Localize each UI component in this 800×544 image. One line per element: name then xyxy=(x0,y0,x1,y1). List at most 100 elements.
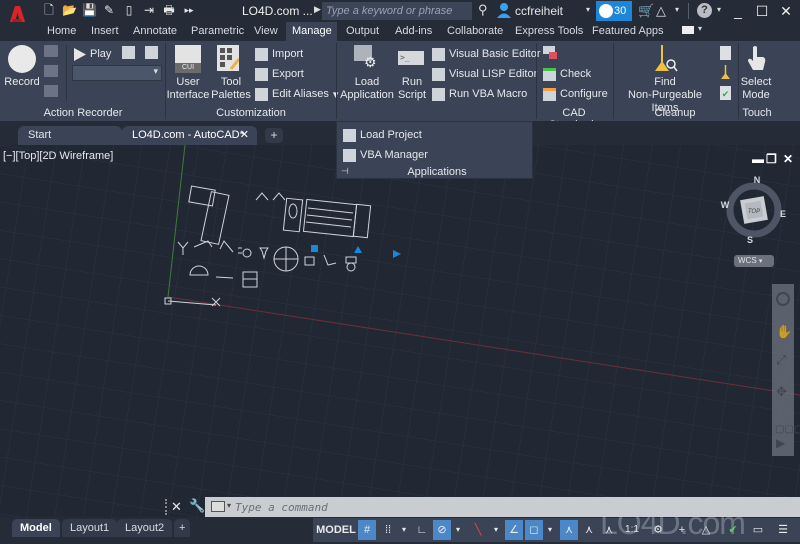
viewport-controls-label[interactable]: [−][Top][2D Wireframe] xyxy=(3,150,113,162)
zoom-extents-icon[interactable]: ⤢ xyxy=(776,352,786,368)
action-macro-dropdown[interactable] xyxy=(72,65,162,81)
object-snap-icon[interactable]: ◻ xyxy=(525,520,543,540)
manage-action-macros-icon[interactable] xyxy=(145,46,158,59)
ribbon-minimize-icon[interactable] xyxy=(682,26,694,34)
save-icon[interactable]: 💾 xyxy=(82,3,97,17)
user-icon[interactable] xyxy=(497,2,511,18)
object-snap-tracking-icon[interactable]: ∠ xyxy=(505,520,523,540)
tab-annotate[interactable]: Annotate xyxy=(127,22,183,41)
tab-output[interactable]: Output xyxy=(340,22,385,41)
close-tab-icon[interactable]: ✕ xyxy=(240,126,249,145)
load-application-button[interactable]: Load Application xyxy=(340,76,394,102)
layer-translator-icon[interactable] xyxy=(543,46,557,59)
new-layout-button[interactable]: + xyxy=(174,519,191,537)
model-space-button[interactable]: MODEL xyxy=(315,520,357,540)
polar-caret-icon[interactable]: ▾ xyxy=(453,520,463,540)
tab-view[interactable]: View xyxy=(248,22,284,41)
tab-featured-apps[interactable]: Featured Apps xyxy=(586,22,670,41)
cui-icon[interactable]: CUI xyxy=(175,45,201,73)
viewport-close-icon[interactable]: ✕ xyxy=(783,152,793,166)
grid-display-icon[interactable]: # xyxy=(358,520,376,540)
visual-lisp-editor-button[interactable]: Visual LISP Editor xyxy=(432,66,537,82)
auto-scale-icon[interactable]: ⋏ xyxy=(580,520,598,540)
insert-message-icon[interactable] xyxy=(44,45,58,57)
help-caret-icon[interactable]: ▾ xyxy=(717,5,721,14)
play-button[interactable]: Play xyxy=(74,46,111,62)
tab-express-tools[interactable]: Express Tools xyxy=(509,22,589,41)
plot-icon[interactable]: 🖶 xyxy=(162,3,176,17)
import-button[interactable]: Import xyxy=(255,46,303,62)
user-menu-caret-icon[interactable]: ▾ xyxy=(586,5,590,14)
tab-home[interactable]: Home xyxy=(41,22,82,41)
wcs-dropdown[interactable]: WCS ▾ xyxy=(734,255,774,267)
preference-icon[interactable] xyxy=(122,46,135,59)
command-history-icon[interactable] xyxy=(211,501,225,512)
find-non-purgeable-icon[interactable] xyxy=(652,45,678,73)
minimize-button[interactable]: _ xyxy=(728,2,748,20)
panel-title-customization[interactable]: Customization xyxy=(205,107,297,119)
drawing-canvas[interactable]: TOP N S E W WCS ▾ xyxy=(0,145,800,517)
snap-mode-icon[interactable]: ⁞⁞ xyxy=(379,520,397,540)
isometric-caret-icon[interactable]: ▾ xyxy=(491,520,501,540)
overkill-icon[interactable] xyxy=(720,65,731,79)
select-mode-button[interactable]: Select Mode xyxy=(738,76,774,102)
trial-days-badge[interactable]: 30 xyxy=(596,1,632,21)
purge-icon[interactable] xyxy=(720,46,731,60)
user-interface-button[interactable]: User Interface xyxy=(165,76,211,102)
snap-caret-icon[interactable]: ▾ xyxy=(399,520,409,540)
layout-tab-layout1[interactable]: Layout1 xyxy=(62,519,118,537)
save-as-icon[interactable]: ✎ xyxy=(102,3,116,17)
a360-icon[interactable]: △ xyxy=(656,3,666,19)
insert-base-point-icon[interactable] xyxy=(44,85,58,97)
search-expand-icon[interactable]: ▶ xyxy=(314,4,321,15)
clean-screen-icon[interactable]: ▭ xyxy=(749,520,767,540)
panel-title-cleanup[interactable]: Cleanup xyxy=(614,107,736,119)
load-project-button[interactable]: Load Project xyxy=(343,127,422,143)
pan-icon[interactable]: ✋ xyxy=(776,324,792,340)
polar-tracking-icon[interactable]: ⊘ xyxy=(433,520,451,540)
panel-title-touch[interactable]: Touch xyxy=(738,107,776,119)
viewcube[interactable]: TOP N S E W xyxy=(719,175,789,245)
maximize-button[interactable]: ☐ xyxy=(752,2,772,20)
more-icon[interactable]: ▸▸ xyxy=(182,3,196,17)
doc-tab-start[interactable]: Start xyxy=(18,126,122,145)
a360-caret-icon[interactable]: ▾ xyxy=(675,5,679,14)
run-vba-macro-button[interactable]: Run VBA Macro xyxy=(432,86,527,102)
tool-palettes-icon[interactable] xyxy=(217,45,241,71)
request-input-icon[interactable] xyxy=(44,65,58,77)
ortho-mode-icon[interactable]: ∟ xyxy=(413,520,431,540)
drawing-entities[interactable] xyxy=(160,185,460,325)
vba-manager-button[interactable]: VBA Manager xyxy=(343,147,428,163)
pin-icon[interactable]: ⊣ xyxy=(341,166,349,177)
tab-insert[interactable]: Insert xyxy=(85,22,125,41)
configure-standards-button[interactable]: Configure xyxy=(543,86,608,102)
run-script-icon[interactable]: >_ xyxy=(398,51,424,65)
object-snap-caret-icon[interactable]: ▾ xyxy=(545,520,555,540)
isometric-drafting-icon[interactable]: ╲ xyxy=(469,520,487,540)
viewport-minimize-icon[interactable]: ▬ xyxy=(752,152,764,166)
annotation-visibility-icon[interactable]: ⋏ xyxy=(560,520,578,540)
close-command-icon[interactable]: ✕ xyxy=(171,499,182,515)
share-icon[interactable]: ⇥ xyxy=(142,3,156,17)
visual-basic-editor-button[interactable]: Visual Basic Editor xyxy=(432,46,541,62)
tab-collaborate[interactable]: Collaborate xyxy=(441,22,509,41)
customization-menu-icon[interactable]: ☰ xyxy=(773,520,793,540)
search-input[interactable] xyxy=(322,2,472,20)
orbit-icon[interactable]: ✥ xyxy=(776,384,787,400)
showmotion-icon[interactable]: ▢▢▢ xyxy=(775,424,800,435)
play-motion-icon[interactable]: ▶ xyxy=(776,436,785,450)
customize-command-icon[interactable]: 🔧 xyxy=(189,498,205,514)
close-button[interactable]: ✕ xyxy=(776,2,796,20)
panel-title-applications[interactable]: Applications xyxy=(397,166,477,178)
tool-palettes-button[interactable]: Tool Palettes xyxy=(211,76,251,102)
help-icon[interactable]: ? xyxy=(697,3,712,18)
tab-parametric[interactable]: Parametric xyxy=(185,22,250,41)
load-application-icon[interactable]: ⚙ xyxy=(354,45,380,71)
cart-icon[interactable]: 🛒 xyxy=(638,3,654,19)
search-icon[interactable]: ⚲ xyxy=(478,2,488,18)
record-button[interactable]: Record xyxy=(4,76,40,89)
check-standards-button[interactable]: Check xyxy=(543,66,591,82)
edit-aliases-button[interactable]: Edit Aliases ▾ xyxy=(255,86,338,102)
open-file-icon[interactable]: 📂 xyxy=(62,3,77,17)
run-script-button[interactable]: Run Script xyxy=(396,76,428,102)
